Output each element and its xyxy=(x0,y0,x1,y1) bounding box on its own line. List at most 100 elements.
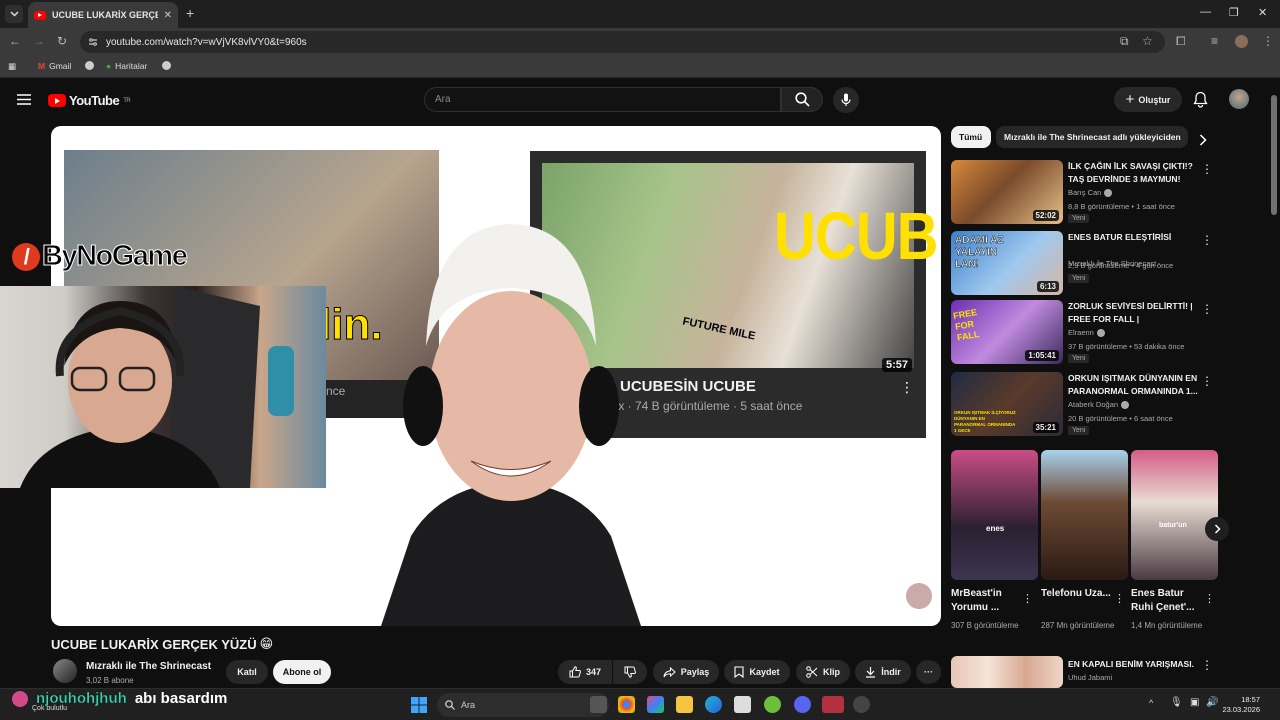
globe-icon xyxy=(162,61,171,70)
join-button[interactable]: Katıl xyxy=(226,660,268,684)
site-info-icon[interactable] xyxy=(88,37,98,47)
taskbar-search[interactable]: Ara xyxy=(437,693,609,717)
store-icon[interactable] xyxy=(734,696,751,713)
discord-icon[interactable] xyxy=(794,696,811,713)
channel-label: Elraenn xyxy=(1068,328,1094,337)
forward-icon[interactable]: → xyxy=(33,34,45,48)
volume-icon[interactable]: 🔊 xyxy=(1206,697,1218,708)
more-options-icon[interactable]: ⋮ xyxy=(1201,162,1213,176)
new-badge: Yeni xyxy=(1068,426,1090,435)
save-button[interactable]: Kaydet xyxy=(724,660,790,684)
install-app-icon[interactable]: ⧉ xyxy=(1120,34,1129,49)
more-options-icon[interactable]: ⋮ xyxy=(1201,658,1213,672)
close-window-button[interactable]: ✕ xyxy=(1258,6,1267,19)
more-options-icon[interactable]: ⋮ xyxy=(1204,592,1215,605)
more-actions-button[interactable]: ··· xyxy=(916,660,941,684)
short-thumbnail[interactable] xyxy=(1041,450,1128,580)
related-video[interactable]: ORKUN IŞITMAK İLÇİYORUZ DÜNYANIN EN PARA… xyxy=(951,372,1213,438)
restore-button[interactable]: ❐ xyxy=(1229,6,1239,19)
bynogame-overlay-logo: / ByNoGame xyxy=(12,240,188,273)
chevron-down-icon xyxy=(9,11,19,17)
voice-search-button[interactable] xyxy=(833,87,859,113)
extensions-icon[interactable]: ⧠ xyxy=(1176,34,1186,49)
bookmark-globe-2[interactable] xyxy=(162,61,171,70)
bookmark-maps[interactable]: ● Haritalar xyxy=(106,61,147,71)
chrome-icon[interactable] xyxy=(618,696,635,713)
dislike-button[interactable] xyxy=(613,660,647,684)
youtube-masthead: YouTube TR Ara + Oluştur xyxy=(0,78,1280,122)
clip-button[interactable]: Klip xyxy=(796,660,850,684)
page-scrollbar[interactable] xyxy=(1270,85,1278,215)
download-button[interactable]: İndir xyxy=(855,660,911,684)
like-button[interactable]: 347 xyxy=(558,660,612,684)
apps-grid-icon[interactable]: ▦ xyxy=(8,61,16,72)
spotify-icon[interactable] xyxy=(764,696,781,713)
windows-start-icon[interactable] xyxy=(411,697,427,713)
channel-name[interactable]: Mızraklı ile The Shrinecast xyxy=(86,661,211,672)
browser-tab-active[interactable]: UCUBE LUKARİX GERÇEK YÜZÜ ✕ xyxy=(28,2,178,28)
notifications-bell-icon[interactable] xyxy=(1193,91,1208,108)
network-icon[interactable]: ▣ xyxy=(1190,697,1199,708)
more-horizontal-icon: ··· xyxy=(924,667,933,677)
related-video[interactable]: 52:02 İLK ÇAĞIN İLK SAVAŞI ÇIKTI!? TAŞ D… xyxy=(951,160,1213,226)
channel-watermark[interactable] xyxy=(906,583,932,609)
tab-close-icon[interactable]: ✕ xyxy=(164,10,172,21)
edge-icon[interactable] xyxy=(705,696,722,713)
account-avatar[interactable] xyxy=(1229,89,1249,109)
new-tab-button[interactable]: + xyxy=(186,6,194,20)
more-options-icon[interactable]: ⋮ xyxy=(1201,233,1213,247)
back-icon[interactable]: ← xyxy=(9,34,21,48)
short-thumbnail[interactable]: enes xyxy=(951,450,1038,580)
copilot-icon[interactable] xyxy=(647,696,664,713)
short-title[interactable]: MrBeast'in Yorumu ... xyxy=(951,587,1021,615)
new-badge: Yeni xyxy=(1068,354,1090,363)
right-thumb-duration: 5:57 xyxy=(882,358,913,372)
more-options-icon[interactable]: ⋮ xyxy=(1201,374,1213,388)
save-label: Kaydet xyxy=(749,667,780,677)
logo-text: YouTube xyxy=(69,93,120,108)
tray-overflow-icon[interactable]: ^ xyxy=(1149,698,1153,708)
shorts-next-button[interactable] xyxy=(1205,517,1229,541)
more-options-icon[interactable]: ⋮ xyxy=(1022,592,1033,605)
steam-icon[interactable] xyxy=(853,696,870,713)
reading-list-icon[interactable]: ≡ xyxy=(1211,34,1218,48)
profile-avatar[interactable] xyxy=(1235,35,1248,48)
subscribe-button[interactable]: Abone ol xyxy=(273,660,331,684)
bookmark-gmail[interactable]: M Gmail xyxy=(38,61,71,71)
obs-app-icon[interactable] xyxy=(822,696,844,713)
related-video[interactable]: FREE FOR FALL 1:05:41 ZORLUK SEVİYESİ DE… xyxy=(951,300,1213,366)
share-button[interactable]: Paylaş xyxy=(653,660,719,684)
channel-avatar[interactable] xyxy=(53,659,77,683)
file-explorer-icon[interactable] xyxy=(676,696,693,713)
more-options-icon[interactable]: ⋮ xyxy=(1114,592,1125,605)
related-video[interactable]: EN KAPALI BENİM YARIŞMASI. Uhud Jabami ⋮ xyxy=(951,656,1213,688)
short-thumbnail[interactable]: batur'un xyxy=(1131,450,1218,580)
youtube-play-icon xyxy=(48,94,66,107)
system-clock[interactable]: 18:57 23.03.2026 xyxy=(1222,695,1260,715)
create-button[interactable]: + Oluştur xyxy=(1114,87,1182,112)
hamburger-menu-icon[interactable] xyxy=(17,94,31,105)
tab-search-button[interactable] xyxy=(5,5,23,23)
reload-icon[interactable]: ↻ xyxy=(57,34,67,48)
chevron-right-icon[interactable] xyxy=(1199,134,1207,146)
youtube-favicon-icon xyxy=(34,10,46,20)
youtube-logo[interactable]: YouTube TR xyxy=(48,93,131,108)
related-meta: 37 B görüntüleme • 53 dakika önce xyxy=(1068,342,1185,351)
minimize-button[interactable]: — xyxy=(1200,6,1211,18)
related-video[interactable]: ADAMI AZ YALAYIN LAN! 6:13 ENES BATUR EL… xyxy=(951,231,1213,297)
short-title[interactable]: Enes Batur Ruhi Çenet'... xyxy=(1131,587,1201,615)
related-thumbnail: FREE FOR FALL 1:05:41 xyxy=(951,300,1063,364)
bookmark-star-icon[interactable]: ☆ xyxy=(1142,34,1153,48)
address-bar[interactable]: youtube.com/watch?v=wVjVK8vlVY0&t=960s xyxy=(80,31,1165,53)
browser-menu-icon[interactable]: ⋮ xyxy=(1262,34,1274,48)
chip-uploader[interactable]: Mızraklı ile The Shrinecast adlı yükleyi… xyxy=(996,126,1188,148)
bookmark-globe[interactable] xyxy=(85,61,94,70)
search-button[interactable] xyxy=(781,87,823,112)
chip-label: Tümü xyxy=(959,132,983,142)
chip-all[interactable]: Tümü xyxy=(951,126,991,148)
short-title[interactable]: Telefonu Uza... xyxy=(1041,587,1111,601)
task-view-icon[interactable] xyxy=(590,696,607,713)
search-input[interactable]: Ara xyxy=(424,87,781,112)
microphone-tray-icon[interactable]: 🎙 xyxy=(1170,697,1183,708)
more-options-icon[interactable]: ⋮ xyxy=(1201,302,1213,316)
